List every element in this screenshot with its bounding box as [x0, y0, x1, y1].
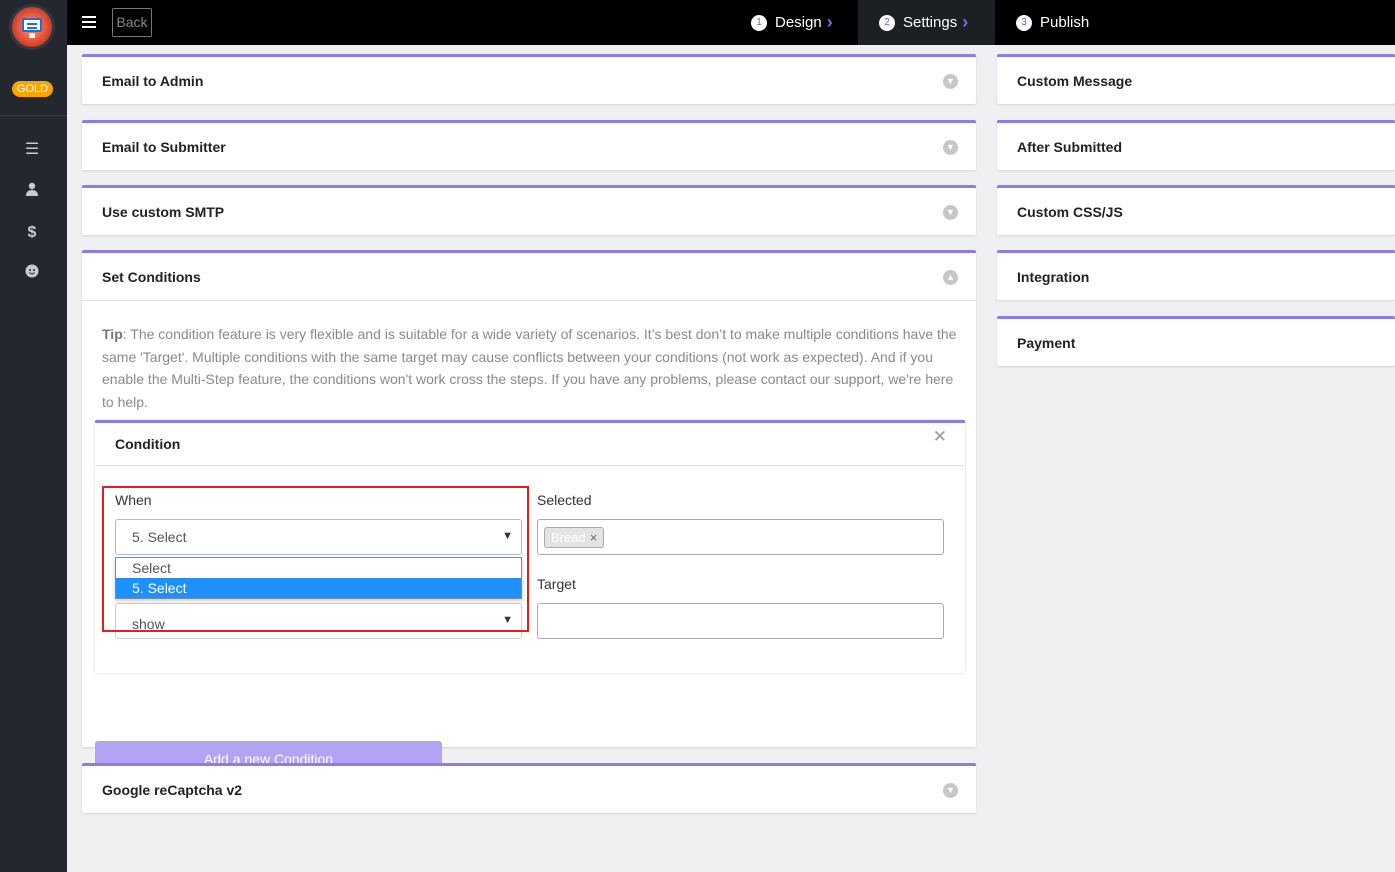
- panel-header[interactable]: Set Conditions ▲: [82, 253, 976, 300]
- condition-card: Condition ✕ When 5. Select ▼ show ▼ Sele…: [95, 420, 965, 673]
- panel-integration: Integration: [997, 250, 1395, 300]
- condition-header: Condition: [95, 423, 965, 466]
- panel-header[interactable]: Custom Message: [997, 57, 1395, 104]
- monitor-icon: [22, 18, 42, 32]
- selected-input[interactable]: Bread ×: [537, 519, 944, 555]
- panel-title: Payment: [1017, 334, 1076, 351]
- chevron-right-icon: ›: [962, 12, 969, 32]
- remove-tag-icon[interactable]: ×: [590, 530, 598, 545]
- menu-icon[interactable]: [82, 16, 96, 28]
- panel-set-conditions: Set Conditions ▲ Tip: The condition feat…: [82, 250, 976, 778]
- panel-title: Email to Admin: [102, 72, 204, 89]
- step-number: 1: [751, 14, 767, 31]
- panel-title: Google reCaptcha v2: [102, 781, 243, 798]
- panel-custom-message: Custom Message: [997, 54, 1395, 104]
- step-publish[interactable]: 3 Publish: [1016, 0, 1116, 45]
- close-icon[interactable]: ✕: [933, 427, 947, 447]
- panel-title: Email to Submitter: [102, 138, 226, 155]
- panel-header[interactable]: Email to Submitter ▼: [82, 123, 976, 170]
- chevron-up-icon[interactable]: ▲: [943, 270, 958, 285]
- plan-badge: GOLD: [12, 81, 53, 97]
- highlight-box: [102, 486, 529, 632]
- panel-after-submitted: After Submitted: [997, 120, 1395, 170]
- target-label: Target: [537, 576, 576, 592]
- panel-email-admin: Email to Admin ▼: [82, 54, 976, 104]
- chevron-down-icon[interactable]: ▼: [943, 74, 958, 89]
- dollar-icon[interactable]: $: [20, 222, 44, 244]
- sidebar: GOLD ☰ $: [0, 0, 67, 872]
- selected-label: Selected: [537, 492, 592, 508]
- selected-tag: Bread ×: [544, 527, 605, 548]
- panel-custom-css-js: Custom CSS/JS: [997, 185, 1395, 235]
- panel-recaptcha: Google reCaptcha v2 ▼: [82, 763, 976, 813]
- chevron-right-icon: ›: [826, 12, 833, 32]
- sidebar-divider: [0, 115, 67, 116]
- chevron-down-icon[interactable]: ▼: [943, 783, 958, 798]
- panel-title: Set Conditions: [102, 268, 201, 285]
- tip-text: Tip: The condition feature is very flexi…: [102, 326, 957, 410]
- panel-header[interactable]: Custom CSS/JS: [997, 188, 1395, 235]
- back-button[interactable]: Back: [112, 8, 152, 37]
- step-label: Design: [775, 14, 822, 31]
- target-input[interactable]: [537, 603, 944, 639]
- panel-title: Use custom SMTP: [102, 203, 225, 220]
- smiley-icon[interactable]: [20, 263, 44, 285]
- step-number: 3: [1016, 14, 1032, 31]
- panel-header[interactable]: Google reCaptcha v2 ▼: [82, 766, 976, 813]
- panel-payment: Payment: [997, 316, 1395, 366]
- panel-email-submitter: Email to Submitter ▼: [82, 120, 976, 170]
- top-bar: Back 1 Design › 2 Settings › 3 Publish: [67, 0, 1395, 45]
- app-logo[interactable]: [12, 7, 52, 47]
- list-icon[interactable]: ☰: [20, 139, 44, 161]
- panel-title: Custom CSS/JS: [1017, 203, 1123, 220]
- panel-header[interactable]: Use custom SMTP ▼: [82, 188, 976, 235]
- conditions-body: Tip: The condition feature is very flexi…: [82, 300, 976, 778]
- panel-header[interactable]: Integration: [997, 253, 1395, 300]
- panel-header[interactable]: After Submitted: [997, 123, 1395, 170]
- panel-header[interactable]: Email to Admin ▼: [82, 57, 976, 104]
- step-design[interactable]: 1 Design ›: [751, 0, 858, 45]
- panel-header[interactable]: Payment: [997, 319, 1395, 366]
- user-icon[interactable]: [20, 181, 44, 203]
- chevron-down-icon[interactable]: ▼: [943, 205, 958, 220]
- step-number: 2: [879, 14, 895, 31]
- panel-custom-smtp: Use custom SMTP ▼: [82, 185, 976, 235]
- step-label: Publish: [1040, 14, 1090, 31]
- step-settings[interactable]: 2 Settings ›: [858, 0, 995, 45]
- panel-title: After Submitted: [1017, 138, 1122, 155]
- chevron-down-icon[interactable]: ▼: [943, 140, 958, 155]
- panel-title: Custom Message: [1017, 72, 1133, 89]
- panel-title: Integration: [1017, 268, 1090, 285]
- step-label: Settings: [903, 14, 958, 31]
